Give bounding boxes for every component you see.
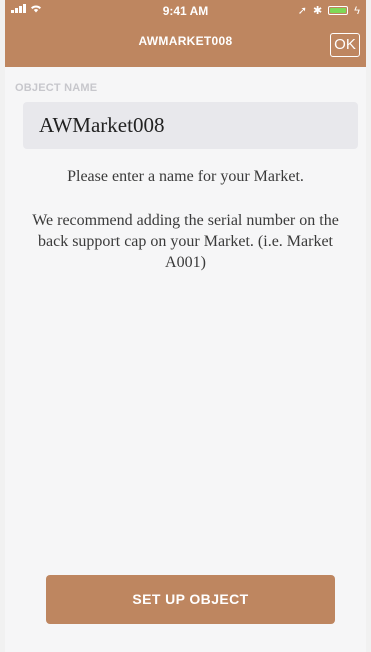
header: 9:41 AM ➚ ✱ ϟ AWMARKET008 OK bbox=[5, 0, 366, 67]
app-screen: 9:41 AM ➚ ✱ ϟ AWMARKET008 OK OBJECT NAME… bbox=[0, 0, 371, 652]
status-right: ➚ ✱ ϟ bbox=[297, 4, 360, 18]
hint-secondary: We recommend adding the serial number on… bbox=[32, 212, 339, 271]
hint-primary: Please enter a name for your Market. bbox=[67, 168, 304, 185]
location-icon: ➚ bbox=[297, 5, 307, 17]
charging-icon: ϟ bbox=[354, 4, 360, 17]
bluetooth-icon: ✱ bbox=[312, 5, 323, 17]
nav-title: AWMARKET008 bbox=[138, 34, 233, 48]
set-up-object-button[interactable]: SET UP OBJECT bbox=[46, 575, 335, 624]
battery-icon bbox=[328, 6, 349, 15]
section-label: OBJECT NAME bbox=[15, 82, 98, 94]
object-name-input[interactable]: AWMarket008 bbox=[23, 102, 358, 149]
battery-fill bbox=[330, 8, 347, 13]
status-bar: 9:41 AM ➚ ✱ ϟ bbox=[5, 0, 366, 22]
ok-button[interactable]: OK bbox=[330, 33, 360, 57]
nav-bar: AWMARKET008 OK bbox=[5, 22, 366, 67]
